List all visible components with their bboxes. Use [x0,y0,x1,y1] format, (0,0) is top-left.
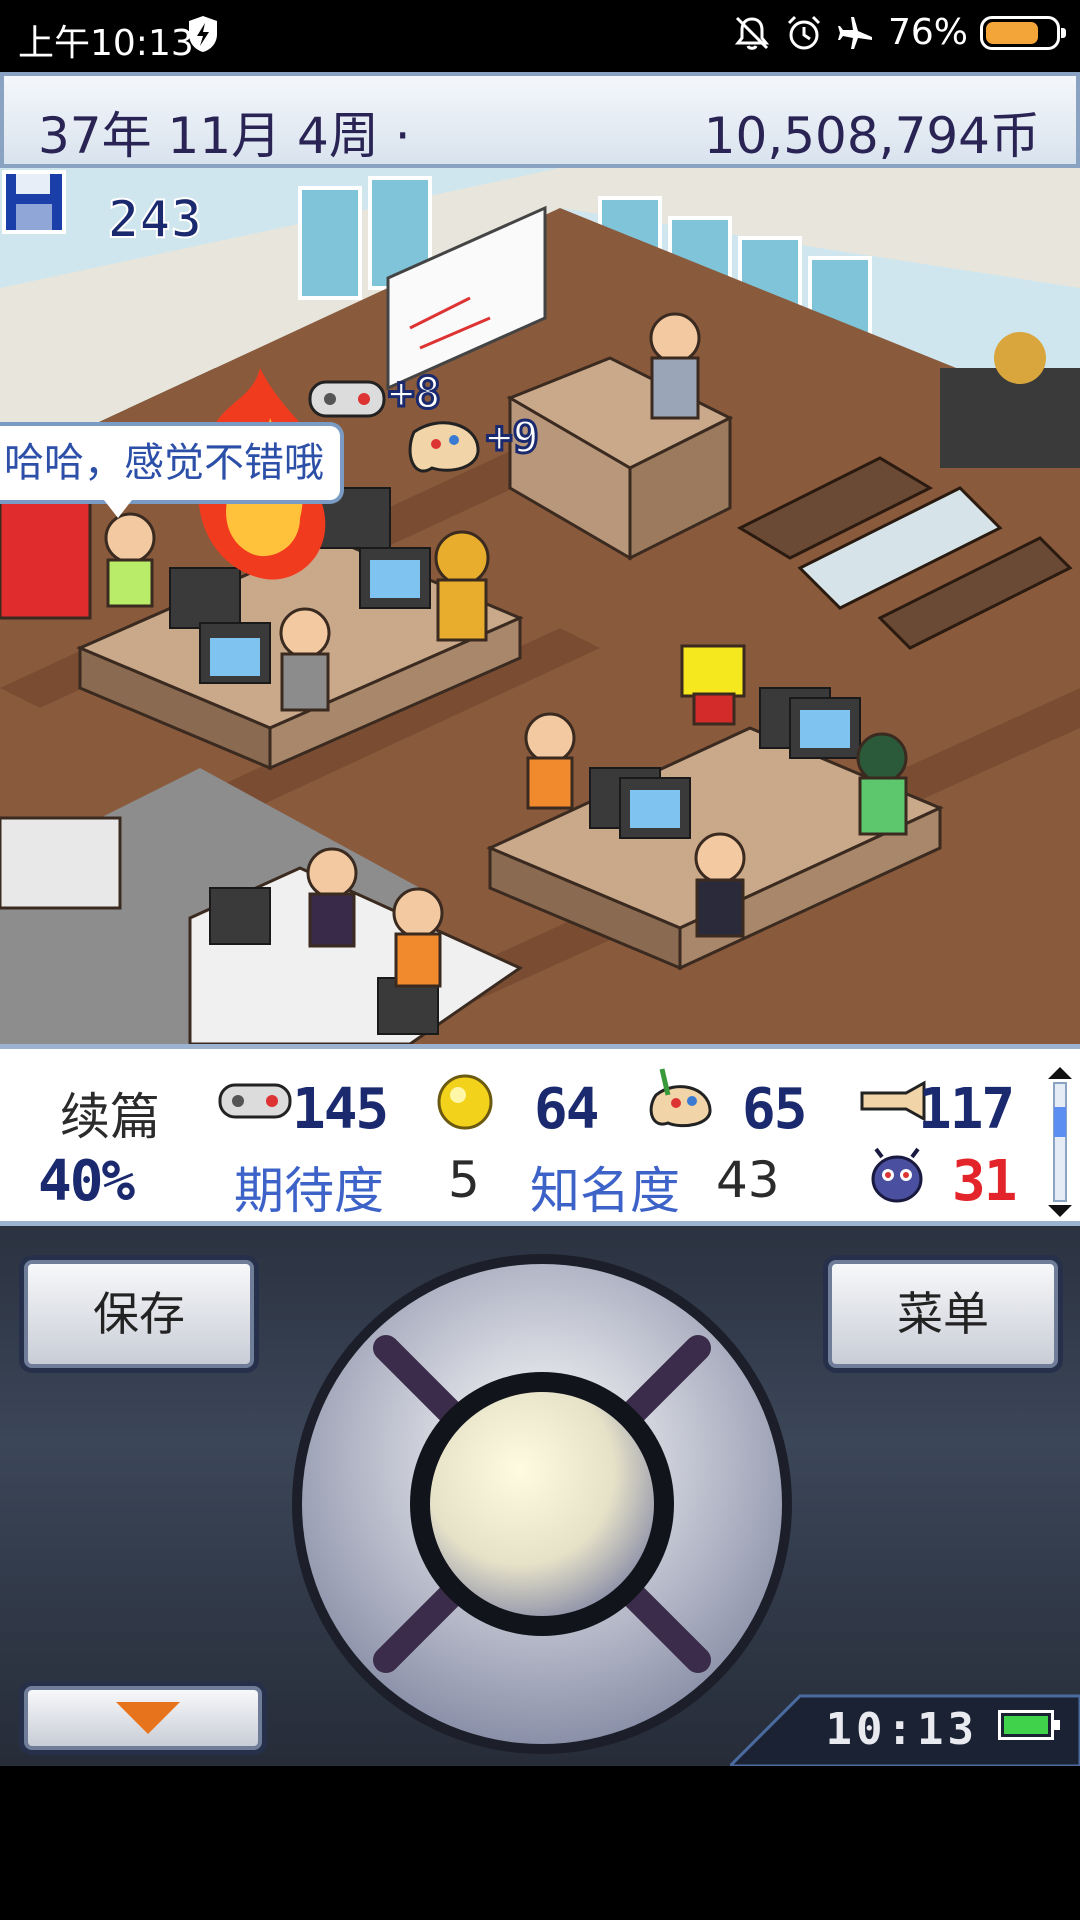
save-count: 243 [107,189,203,251]
status-time: 上午10:13 [18,23,194,64]
controller-icon [308,380,386,418]
sound-value: 117 [918,1077,1015,1142]
dpad-center-button[interactable] [430,1392,654,1616]
palette-icon [408,421,480,473]
battery-percent: 76% [887,12,968,53]
anticipation-value: 5 [448,1151,480,1209]
graphics-gain: +9 [485,411,541,465]
bug-icon [871,1147,923,1203]
info-bar: 37年 11月 4周 · 10,508,794币 [0,72,1080,168]
project-stats: 续篇 145 64 65 117 40% 期待度 5 知名度 43 31 [0,1044,1080,1226]
fun-value: 145 [292,1077,389,1142]
alarm-icon [787,15,821,49]
stats-scrollbar[interactable] [1048,1067,1072,1217]
graphics-icon [649,1068,712,1128]
save-button[interactable]: 保存 [24,1260,254,1368]
dpad[interactable] [286,1248,798,1760]
chevron-down-icon [116,1702,180,1734]
mute-icon [734,16,770,50]
controller-panel: 保存 菜单 10:13 [0,1226,1080,1766]
fun-gain: +8 [387,367,443,421]
fame-label: 知名度 [530,1162,680,1220]
graphics-value: 65 [742,1077,807,1142]
battery-icon [998,1710,1060,1740]
fame-value: 43 [716,1151,780,1209]
creativity-value: 64 [534,1077,599,1142]
airplane-icon [837,16,872,49]
office-scene[interactable]: 243 哈哈，感觉不错哦 +8 +9 [0,168,1080,1044]
bugs-value: 31 [952,1149,1017,1214]
device-clock: 10:13 [825,1704,978,1755]
creativity-icon [437,1074,493,1130]
progress-value: 40% [38,1149,135,1214]
status-bar: 上午10:13 76% [0,0,1080,72]
shield-icon [189,16,217,52]
save-icon [2,170,66,234]
speech-bubble: 哈哈，感觉不错哦 [0,422,344,518]
project-type: 续篇 [60,1088,160,1146]
battery-icon [980,15,1066,50]
office-scene-art [0,168,1080,1044]
battery-fill [986,21,1038,44]
funds: 10,508,794币 [703,107,1040,165]
anticipation-label: 期待度 [234,1162,384,1220]
menu-button[interactable]: 菜单 [828,1260,1058,1368]
collapse-button[interactable] [24,1686,262,1750]
game-date: 37年 11月 4周 · [38,107,411,165]
fun-icon [218,1083,292,1119]
